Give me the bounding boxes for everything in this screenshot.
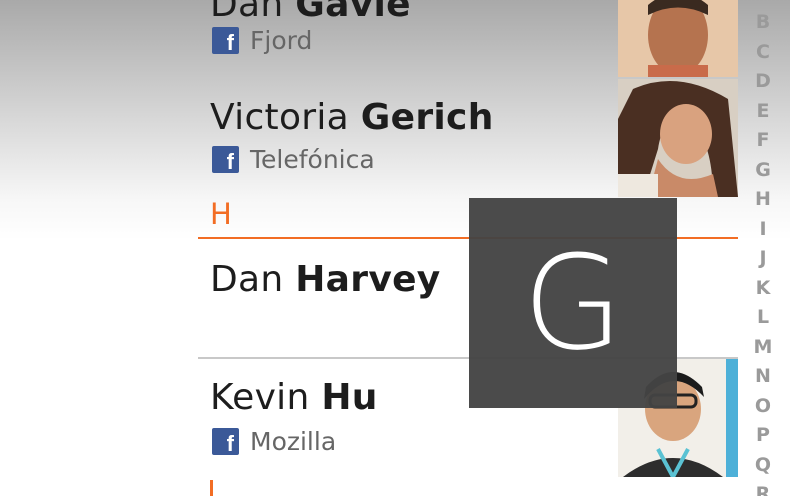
contact-first-name: Kevin [210,377,310,418]
contact-org: f Mozilla [212,427,336,456]
section-header-next [210,480,213,496]
contact-org: f Fjord [212,26,312,55]
index-letter-d[interactable]: D [755,67,771,97]
contact-name: Kevin Hu [210,377,378,418]
contact-first-name: Dan [210,259,284,300]
index-letter-i[interactable]: I [759,215,766,245]
contact-avatar [618,79,738,197]
index-letter-p[interactable]: P [756,421,770,451]
index-letter-l[interactable]: L [757,303,769,333]
contact-org-label: Telefónica [250,145,375,174]
index-letter-q[interactable]: Q [755,451,771,481]
contact-name: Dan Harvey [210,259,441,300]
contact-last-name: Gavie [295,0,411,25]
index-letter-r[interactable]: R [756,480,771,496]
index-letter-m[interactable]: M [754,333,773,363]
contact-last-name: Hu [321,377,378,418]
contact-org: f Telefónica [212,145,375,174]
index-letter-g[interactable]: G [755,156,771,186]
index-letter-j[interactable]: J [759,244,766,274]
fast-scroll-letter-overlay: G [469,198,677,408]
contact-first-name: Dan [210,0,284,25]
index-letter-f[interactable]: F [757,126,770,156]
index-letter-n[interactable]: N [755,362,771,392]
contact-org-label: Fjord [250,26,313,55]
index-letter-b[interactable]: B [756,8,770,38]
index-letter-e[interactable]: E [757,97,770,127]
contact-first-name: Victoria [210,97,350,138]
index-letter-c[interactable]: C [756,38,770,68]
contact-name: Dan Gavie [210,0,411,25]
section-header: H [210,197,232,231]
alphabet-index[interactable]: B C D E F G H I J K L M N O P Q R [748,8,778,496]
contact-name: Victoria Gerich [210,97,494,138]
contact-last-name: Gerich [360,97,494,138]
index-letter-k[interactable]: K [756,274,771,304]
contact-last-name: Harvey [295,259,441,300]
contact-avatar [618,0,738,78]
index-letter-h[interactable]: H [755,185,771,215]
contact-org-label: Mozilla [250,427,337,456]
index-letter-o[interactable]: O [755,392,771,422]
facebook-icon: f [212,27,239,54]
facebook-icon: f [212,146,239,173]
facebook-icon: f [212,428,239,455]
